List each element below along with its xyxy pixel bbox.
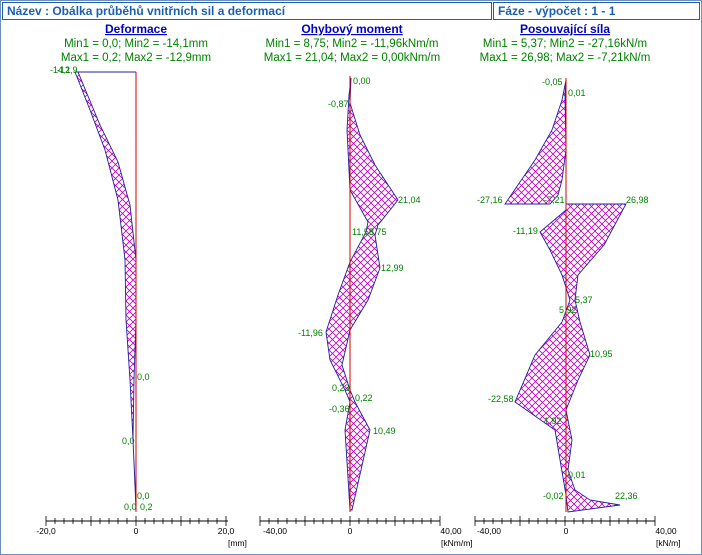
value-label: 0,0	[137, 372, 150, 382]
value-label: -22,58	[488, 394, 514, 404]
value-label: -0,36	[329, 404, 350, 414]
value-label: 0,22	[355, 393, 373, 403]
value-label: 0,01	[568, 88, 586, 98]
value-label: -11,96	[298, 328, 323, 338]
moment-axis: -40,00 0 40,00 [kNm/m]	[259, 516, 473, 548]
axis-zero-label: 0	[564, 526, 569, 536]
panel-stats-max: Max1 = 26,98; Max2 = -7,21kN/m	[480, 52, 651, 64]
value-label: 0,00	[353, 76, 371, 86]
value-label: 8,75	[369, 227, 387, 237]
value-label: 5,92	[559, 305, 577, 315]
shear-axis: -40,00 0 40,00 [kN/m]	[474, 516, 681, 548]
axis-unit-label: [kN/m]	[656, 538, 681, 548]
panel-stats-min: Min1 = 8,75; Min2 = -11,96kNm/m	[266, 38, 439, 50]
value-label: -27,16	[477, 195, 503, 205]
value-label: 0,23	[332, 383, 350, 393]
value-label: 12,99	[381, 263, 404, 273]
value-label: 21,04	[398, 195, 421, 205]
axis-min-label: -20,0	[36, 526, 56, 536]
panel-stats-min: Min1 = 0,0; Min2 = -14,1mm	[64, 38, 208, 50]
axis-zero-label: 0	[134, 526, 139, 536]
axis-max-label: 40,00	[655, 526, 677, 536]
axis-max-label: 20,0	[218, 526, 235, 536]
value-label: 5,37	[575, 295, 593, 305]
value-label: -0,87	[328, 99, 349, 109]
axis-min-label: -40,00	[477, 526, 501, 536]
panel-deformation: Deformace Min1 = 0,0; Min2 = -14,1mm Max…	[36, 22, 247, 548]
value-label: -7,21	[544, 195, 565, 205]
panel-bending-moment: Ohybový moment Min1 = 8,75; Min2 = -11,9…	[259, 22, 473, 548]
axis-unit-label: [kNm/m]	[441, 538, 473, 548]
envelope-diagrams: Deformace Min1 = 0,0; Min2 = -14,1mm Max…	[36, 22, 681, 548]
axis-min-label: -40,00	[263, 526, 287, 536]
panel-stats-max: Max1 = 21,04; Max2 = 0,00kNm/m	[264, 52, 440, 64]
value-label: 0,2	[140, 502, 153, 512]
panel-title: Deformace	[105, 22, 167, 36]
axis-max-label: 40,00	[440, 526, 462, 536]
deformation-axis: -20,0 0 20,0 [mm]	[36, 516, 247, 548]
value-label: 0,0	[122, 436, 135, 446]
panel-shear-force: Posouvající síla Min1 = 5,37; Min2 = -27…	[474, 22, 681, 548]
value-label: 10,49	[373, 426, 396, 436]
value-label: -0,05	[542, 77, 563, 87]
panel-stats-min: Min1 = 5,37; Min2 = -27,16kN/m	[483, 38, 647, 50]
value-label: 10,95	[590, 349, 613, 359]
panel-title: Posouvající síla	[520, 22, 610, 36]
value-label: -0,02	[543, 491, 564, 501]
value-label: 1,92	[544, 416, 562, 426]
value-label: 0,0	[124, 502, 137, 512]
shear-envelope	[504, 79, 567, 205]
value-label: 0,0	[137, 491, 150, 501]
value-label: -11,19	[513, 226, 538, 236]
value-label: 0,01	[568, 470, 586, 480]
value-label: 26,98	[626, 195, 649, 205]
moment-envelope	[325, 77, 399, 511]
panel-stats-max: Max1 = 0,2; Max2 = -12,9mm	[61, 52, 211, 64]
axis-zero-label: 0	[348, 526, 353, 536]
axis-unit-label: [mm]	[228, 538, 247, 548]
panel-title: Ohybový moment	[301, 22, 402, 36]
value-label: 22,36	[615, 491, 638, 501]
value-label: -12,9	[57, 65, 78, 75]
